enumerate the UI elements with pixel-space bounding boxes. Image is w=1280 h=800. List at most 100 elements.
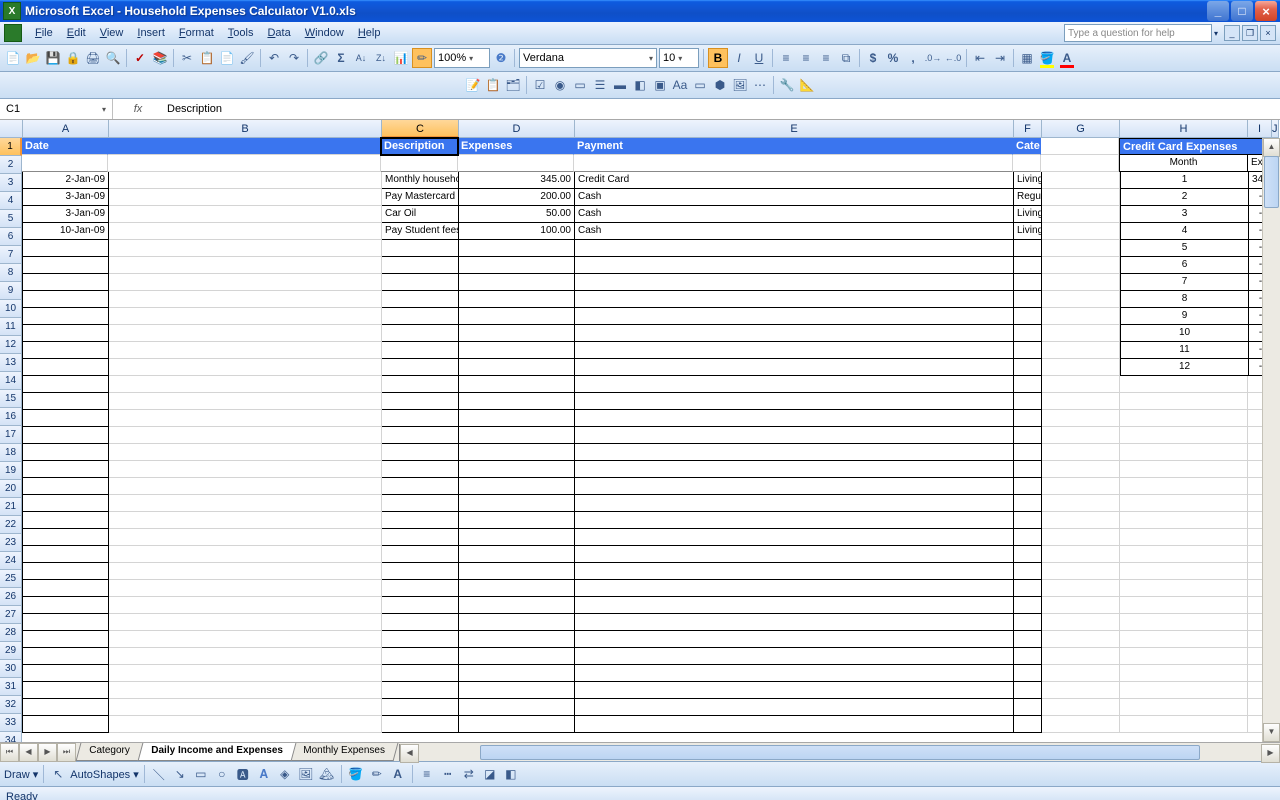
cell-A21[interactable] <box>22 478 109 495</box>
cell-F25[interactable] <box>1014 546 1042 563</box>
cell-F11[interactable] <box>1014 308 1042 325</box>
cell-G18[interactable] <box>1042 427 1120 444</box>
cell-E30[interactable] <box>575 631 1014 648</box>
cell-A23[interactable] <box>22 512 109 529</box>
cell-G16[interactable] <box>1042 393 1120 410</box>
italic-button[interactable]: I <box>730 49 748 67</box>
cell-D34[interactable] <box>459 699 575 716</box>
label-icon[interactable]: Aa <box>671 76 689 94</box>
new-icon[interactable]: 📄 <box>4 49 22 67</box>
cell-A24[interactable] <box>22 529 109 546</box>
diagram-icon[interactable]: ◈ <box>276 765 294 783</box>
cell-D14[interactable] <box>459 359 575 376</box>
increase-indent-icon[interactable]: ⇥ <box>991 49 1009 67</box>
horizontal-scrollbar[interactable]: ◀ ▶ <box>399 744 1280 761</box>
cell-H34[interactable] <box>1120 699 1248 716</box>
cell-C12[interactable] <box>382 325 459 342</box>
cell-A34[interactable] <box>22 699 109 716</box>
cell-A9[interactable] <box>22 274 109 291</box>
cell-E25[interactable] <box>575 546 1014 563</box>
cell-D8[interactable] <box>459 257 575 274</box>
cell-C20[interactable] <box>382 461 459 478</box>
row-header-31[interactable]: 31 <box>0 678 22 696</box>
cell-C5[interactable]: Car Oil <box>382 206 459 223</box>
cell-D20[interactable] <box>459 461 575 478</box>
font-combo[interactable]: Verdana▾ <box>519 48 657 68</box>
cell-G20[interactable] <box>1042 461 1120 478</box>
draw-menu[interactable]: Draw ▾ <box>4 768 38 781</box>
fill-color-icon[interactable]: 🪣 <box>1038 49 1056 67</box>
mdi-minimize-button[interactable]: _ <box>1224 25 1240 41</box>
col-header-H[interactable]: H <box>1120 120 1248 138</box>
cell-D17[interactable] <box>459 410 575 427</box>
cell-B31[interactable] <box>109 648 382 665</box>
cell-E28[interactable] <box>575 597 1014 614</box>
decrease-indent-icon[interactable]: ⇤ <box>971 49 989 67</box>
cell-D5[interactable]: 50.00 <box>459 206 575 223</box>
cell-D11[interactable] <box>459 308 575 325</box>
cell-A25[interactable] <box>22 546 109 563</box>
cell-D27[interactable] <box>459 580 575 597</box>
cell-F8[interactable] <box>1014 257 1042 274</box>
cell-B30[interactable] <box>109 631 382 648</box>
scroll-thumb[interactable] <box>1264 156 1279 208</box>
increase-decimal-icon[interactable]: .0→ <box>924 49 942 67</box>
row-header-34[interactable]: 34 <box>0 732 22 742</box>
cell-G17[interactable] <box>1042 410 1120 427</box>
row-header-1[interactable]: 1 <box>0 138 22 156</box>
arrowstyle-icon[interactable]: ⇄ <box>460 765 478 783</box>
select-objects-icon[interactable]: ↖ <box>49 765 67 783</box>
mdi-restore-button[interactable]: ❐ <box>1242 25 1258 41</box>
cell-D23[interactable] <box>459 512 575 529</box>
cell-C25[interactable] <box>382 546 459 563</box>
cell-A2[interactable] <box>22 155 108 172</box>
cell-F30[interactable] <box>1014 631 1042 648</box>
cell-H18[interactable] <box>1120 427 1248 444</box>
formula-bar[interactable]: Description <box>163 103 1280 115</box>
cell-C11[interactable] <box>382 308 459 325</box>
cell-H23[interactable] <box>1120 512 1248 529</box>
autoshapes-menu[interactable]: AutoShapes ▾ <box>70 768 139 781</box>
bold-button[interactable]: B <box>708 48 728 68</box>
cell-F7[interactable] <box>1014 240 1042 257</box>
row-header-29[interactable]: 29 <box>0 642 22 660</box>
cell-H28[interactable] <box>1120 597 1248 614</box>
cell-E5[interactable]: Cash <box>575 206 1014 223</box>
toggle-icon[interactable]: ⬢ <box>711 76 729 94</box>
cell-B4[interactable] <box>109 189 382 206</box>
cell-A1[interactable]: Date <box>22 138 108 155</box>
menu-window[interactable]: Window <box>298 25 351 41</box>
select-all-corner[interactable] <box>0 120 23 138</box>
align-right-icon[interactable]: ≡ <box>817 49 835 67</box>
cell-B34[interactable] <box>109 699 382 716</box>
scroll-up-icon[interactable]: ▲ <box>1263 138 1280 157</box>
cut-icon[interactable]: ✂ <box>178 49 196 67</box>
cell-B11[interactable] <box>109 308 382 325</box>
cell-A32[interactable] <box>22 665 109 682</box>
col-header-J[interactable]: J <box>1272 120 1279 138</box>
format-painter-icon[interactable]: 🖌 <box>238 49 256 67</box>
cell-H20[interactable] <box>1120 461 1248 478</box>
cell-F21[interactable] <box>1014 478 1042 495</box>
row-header-18[interactable]: 18 <box>0 444 22 462</box>
cell-H2[interactable]: Month <box>1119 155 1248 172</box>
cell-G35[interactable] <box>1042 716 1120 733</box>
cell-C30[interactable] <box>382 631 459 648</box>
cell-H35[interactable] <box>1120 716 1248 733</box>
wordart-icon[interactable]: 𝐀 <box>255 765 273 783</box>
forms-icon-2[interactable]: 📋 <box>484 76 502 94</box>
cell-E17[interactable] <box>575 410 1014 427</box>
cell-H16[interactable] <box>1120 393 1248 410</box>
sort-desc-icon[interactable]: Z↓ <box>372 49 390 67</box>
cell-F28[interactable] <box>1014 597 1042 614</box>
fontsize-combo[interactable]: 10▾ <box>659 48 699 68</box>
cell-G6[interactable] <box>1042 223 1120 240</box>
linestyle-icon[interactable]: ≡ <box>418 765 436 783</box>
tab-prev-button[interactable]: ◀ <box>19 743 38 762</box>
align-left-icon[interactable]: ≡ <box>777 49 795 67</box>
cell-B9[interactable] <box>109 274 382 291</box>
more-icon[interactable]: ⋯ <box>751 76 769 94</box>
cell-E1[interactable]: Payment <box>574 138 1013 155</box>
cell-A12[interactable] <box>22 325 109 342</box>
cell-A35[interactable] <box>22 716 109 733</box>
